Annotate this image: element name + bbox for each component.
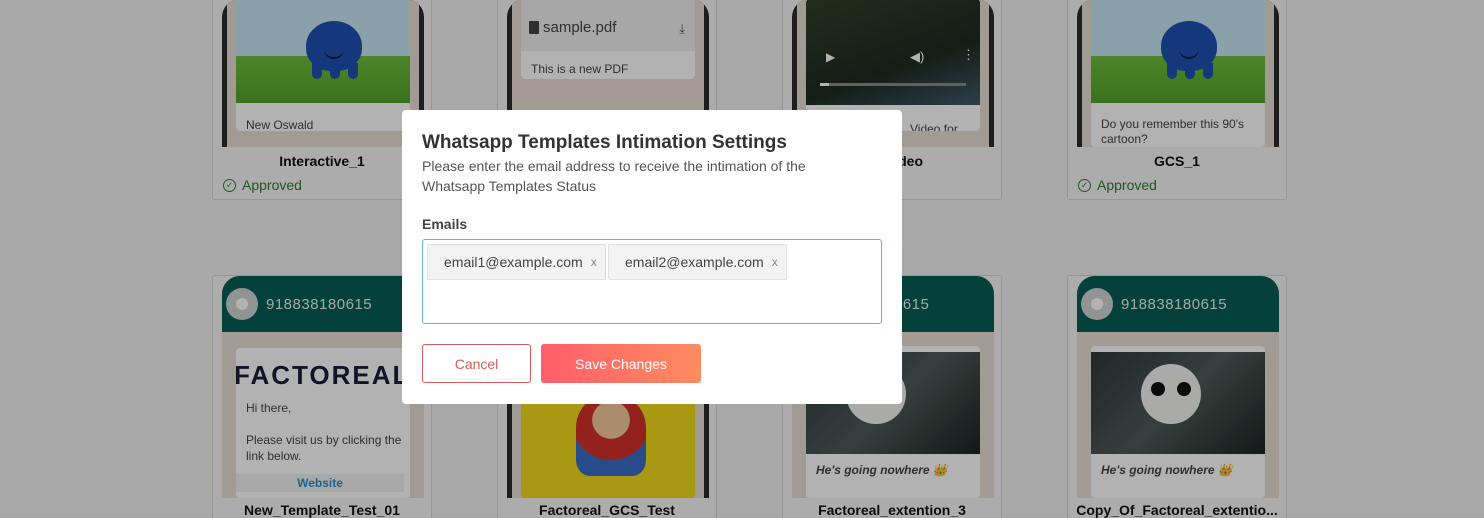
cancel-button[interactable]: Cancel <box>422 344 531 383</box>
email-chip: email2@example.com x <box>608 244 787 280</box>
email-chip-label: email1@example.com <box>444 254 583 270</box>
remove-email-icon[interactable]: x <box>772 255 778 269</box>
intimation-settings-modal: Whatsapp Templates Intimation Settings P… <box>402 110 902 404</box>
modal-description: Please enter the email address to receiv… <box>422 158 806 194</box>
email-chip: email1@example.com x <box>427 244 606 280</box>
emails-label: Emails <box>422 216 468 232</box>
email-chip-label: email2@example.com <box>625 254 764 270</box>
save-changes-button[interactable]: Save Changes <box>541 344 701 383</box>
emails-input[interactable]: email1@example.com x email2@example.com … <box>422 239 882 324</box>
modal-title: Whatsapp Templates Intimation Settings <box>422 132 787 153</box>
remove-email-icon[interactable]: x <box>591 255 597 269</box>
